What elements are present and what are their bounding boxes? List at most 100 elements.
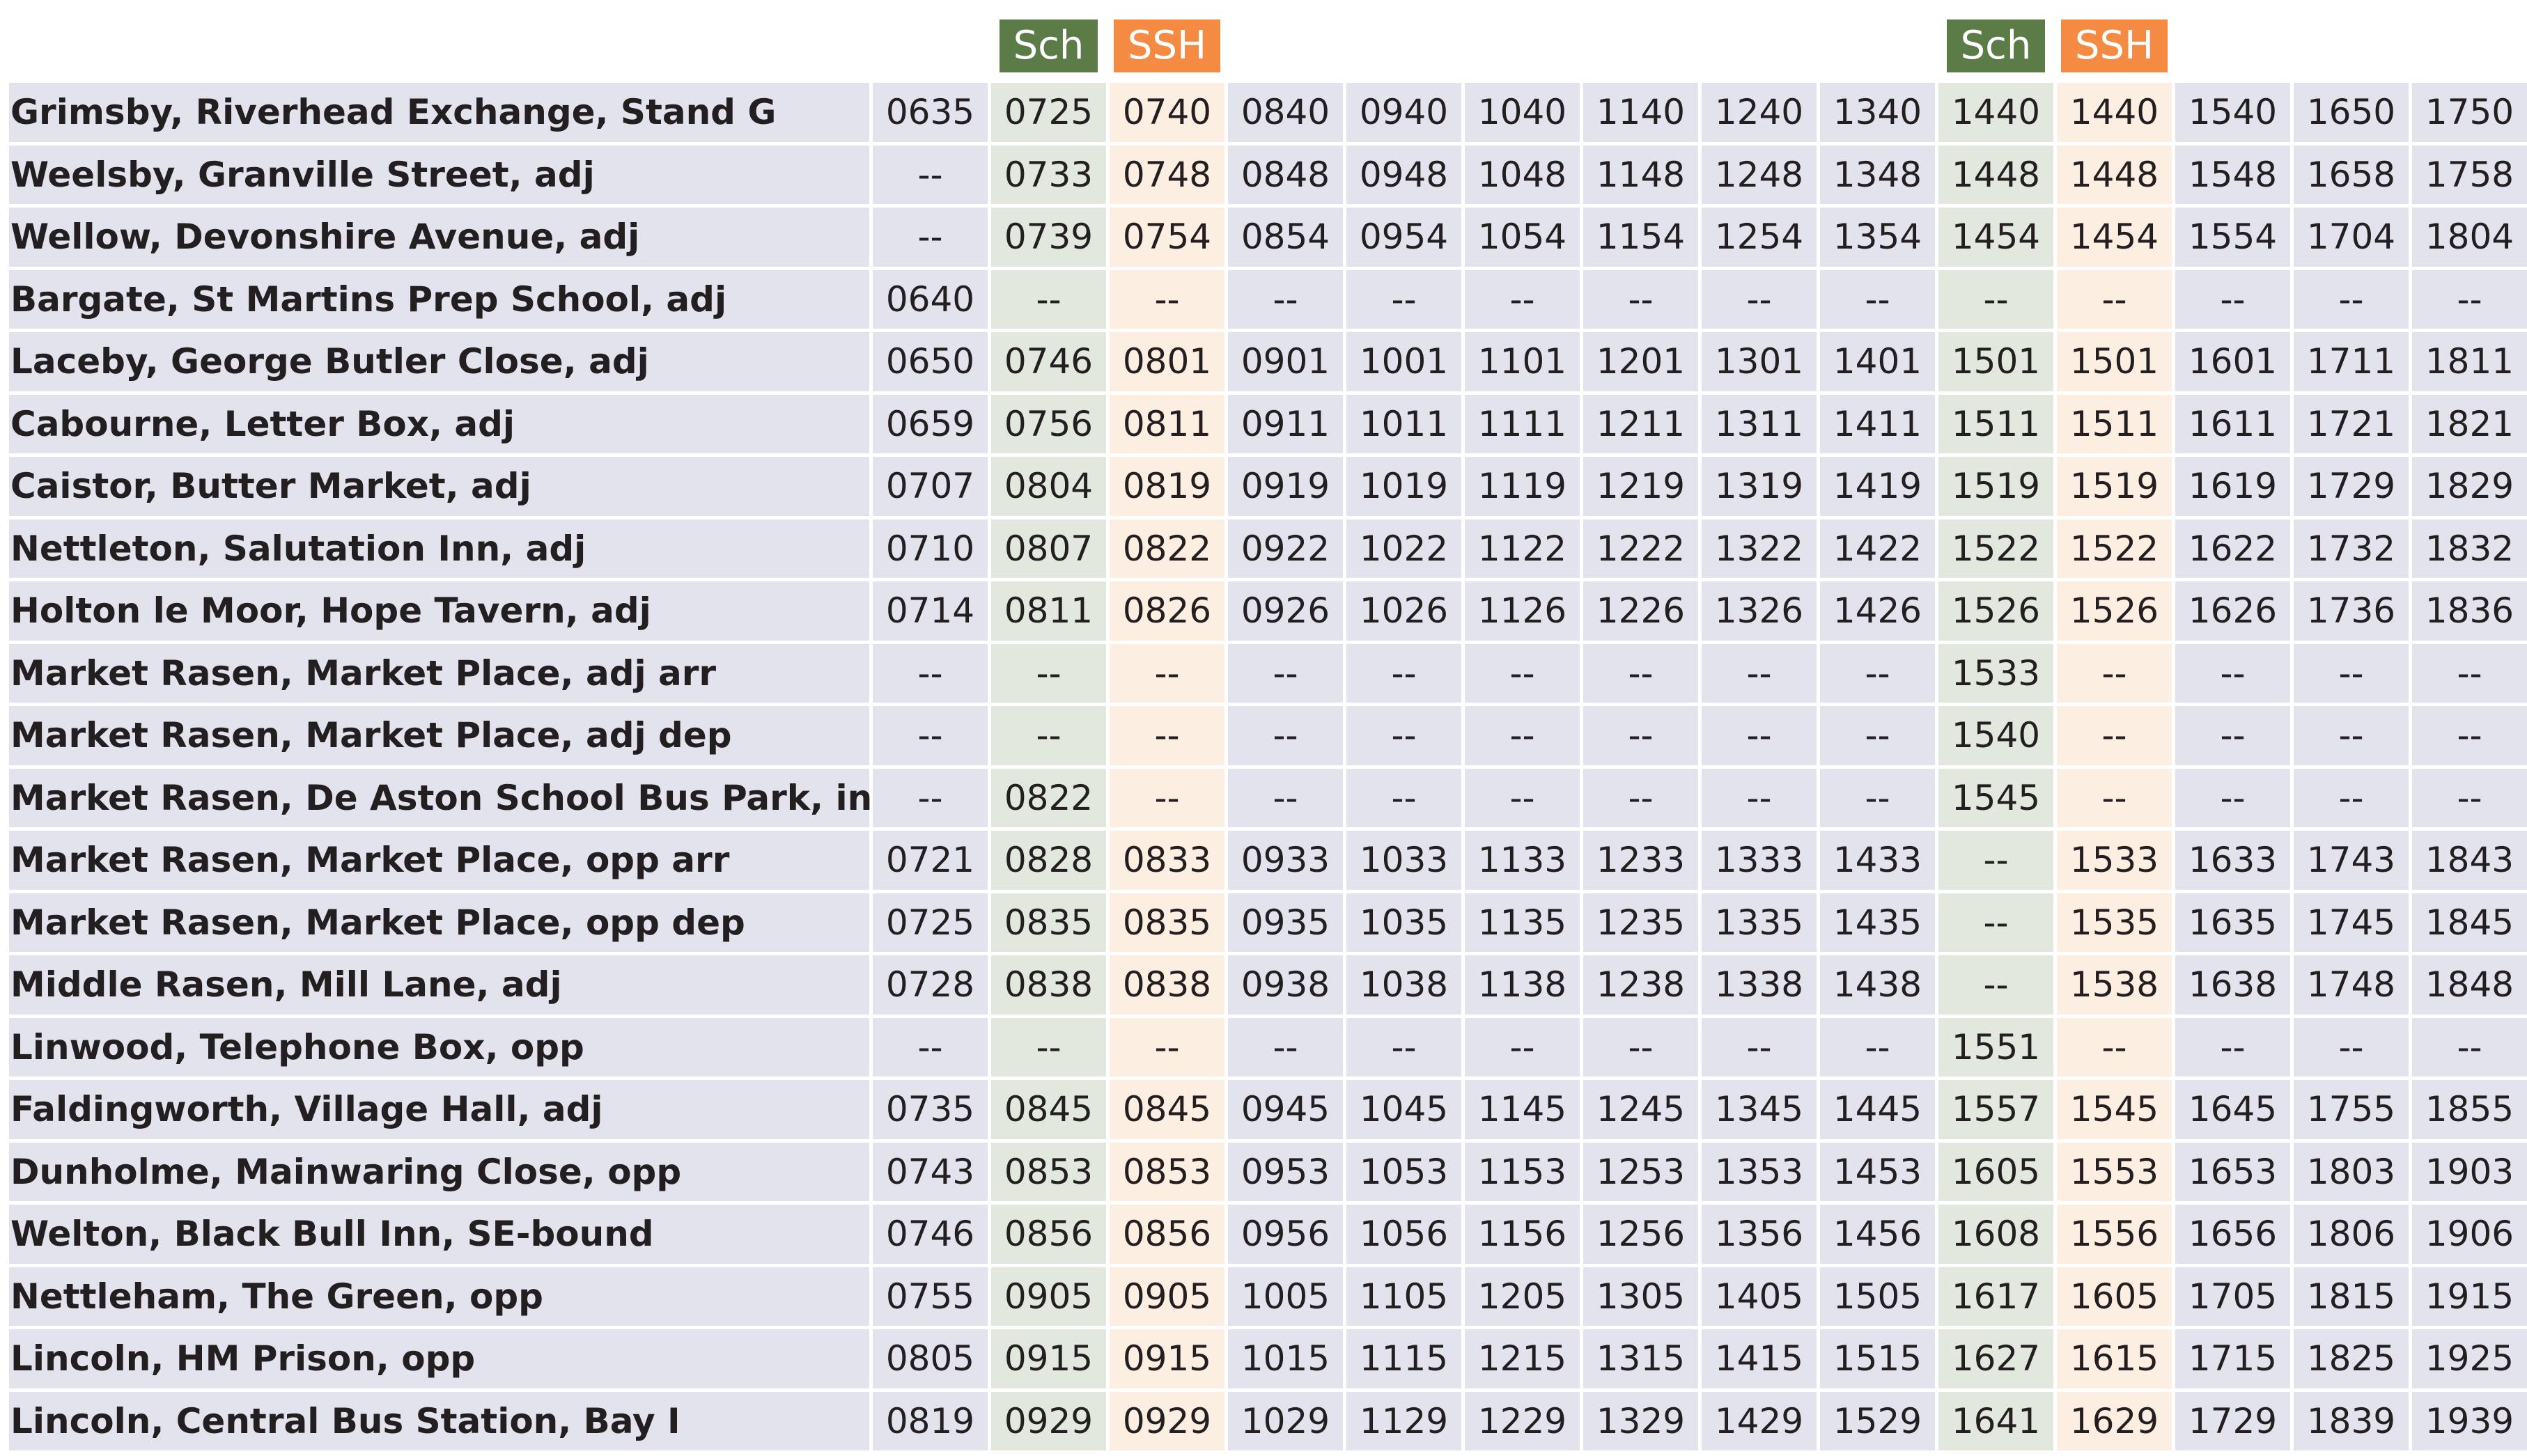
departure-time: 1040 (1461, 79, 1583, 146)
table-row: Nettleham, The Green, opp 0755 0905 0905 100… (6, 1263, 2527, 1329)
departure-time: 1053 (1343, 1138, 1465, 1205)
departure-time: -- (2172, 703, 2294, 769)
departure-time: 1551 (1935, 1014, 2057, 1080)
departure-time: 0754 (1106, 204, 1228, 270)
column-header (1581, 0, 1700, 81)
departure-time: 0954 (1343, 204, 1465, 270)
departure-time: 1522 (1935, 515, 2057, 581)
departure-time: -- (1698, 1014, 1820, 1080)
departure-time: 1248 (1698, 141, 1820, 208)
departure-time: 1133 (1461, 827, 1583, 893)
departure-time: 1005 (1224, 1263, 1346, 1329)
departure-time: 0838 (988, 952, 1110, 1018)
departure-time: 1119 (1461, 453, 1583, 519)
departure-time: 0739 (988, 204, 1110, 270)
table-row: Welton, Black Bull Inn, SE-bound 0746 0856… (6, 1201, 2527, 1267)
departure-time: 1815 (2290, 1263, 2412, 1329)
departure-time: 1605 (2053, 1263, 2175, 1329)
departure-time: 1038 (1343, 952, 1465, 1018)
departure-time: -- (1698, 266, 1820, 332)
departure-time: -- (1224, 703, 1346, 769)
departure-time: 1245 (1580, 1077, 1702, 1143)
departure-time: 1254 (1698, 204, 1820, 270)
departure-time: 1353 (1698, 1138, 1820, 1205)
stop-name: Holton le Moor, Hope Tavern, adj (6, 578, 873, 644)
departure-time: 1348 (1817, 141, 1938, 208)
timetable: Sch SSH Sch SSH Grimsby, Riverhead Exchange… (6, 0, 2527, 1454)
departure-time: -- (2172, 1014, 2294, 1080)
departure-time: 1235 (1580, 889, 1702, 955)
departure-time: 1454 (2053, 204, 2175, 270)
stop-name: Grimsby, Riverhead Exchange, Stand G (6, 79, 873, 146)
departure-time: 0807 (988, 515, 1110, 581)
departure-time: 1925 (2409, 1326, 2527, 1392)
column-header: SSH (1107, 0, 1227, 81)
departure-time: 0805 (869, 1326, 991, 1392)
departure-time: 1138 (1461, 952, 1583, 1018)
departure-time: -- (2053, 703, 2175, 769)
table-row: Holton le Moor, Hope Tavern, adj 0714 0811… (6, 578, 2527, 644)
departure-time: 1345 (1698, 1077, 1820, 1143)
departure-time: 1140 (1580, 79, 1702, 146)
sch-badge: Sch (1946, 19, 2046, 72)
table-row: Market Rasen, Market Place, opp arr 0721 0… (6, 827, 2527, 893)
table-row: Dunholme, Mainwaring Close, opp 0743 0853 0… (6, 1138, 2527, 1205)
departure-time: -- (1224, 640, 1346, 706)
departure-time: 1811 (2409, 329, 2527, 395)
departure-time: 1545 (1935, 765, 2057, 831)
departure-time: 0845 (988, 1077, 1110, 1143)
departure-time: 1519 (2053, 453, 2175, 519)
departure-time: 1526 (1935, 578, 2057, 644)
departure-time: 0926 (1224, 578, 1346, 644)
departure-time: 1456 (1817, 1201, 1938, 1267)
stop-name: Lincoln, Central Bus Station, Bay I (6, 1388, 873, 1454)
stop-name: Weelsby, Granville Street, adj (6, 141, 873, 208)
departure-time: 1322 (1698, 515, 1820, 581)
departure-time: 1806 (2290, 1201, 2412, 1267)
departure-time: 1553 (2053, 1138, 2175, 1205)
departure-time: 1622 (2172, 515, 2294, 581)
departure-time: 1448 (1935, 141, 2057, 208)
departure-time: 1111 (1461, 391, 1583, 457)
departure-time: 0848 (1224, 141, 1346, 208)
departure-time: 1148 (1580, 141, 1702, 208)
departure-time: 1533 (2053, 827, 2175, 893)
departure-time: -- (1817, 266, 1938, 332)
table-row: Market Rasen, Market Place, opp dep 0725 0… (6, 889, 2527, 955)
departure-time: 1045 (1343, 1077, 1465, 1143)
departure-time: -- (1343, 266, 1465, 332)
departure-time: 0640 (869, 266, 991, 332)
column-header: SSH (2055, 0, 2174, 81)
departure-time: 1429 (1698, 1388, 1820, 1454)
departure-time: 0905 (988, 1263, 1110, 1329)
departure-time: 1903 (2409, 1138, 2527, 1205)
table-row: Laceby, George Butler Close, adj 0650 0746… (6, 329, 2527, 395)
departure-time: 1101 (1461, 329, 1583, 395)
departure-time: 1019 (1343, 453, 1465, 519)
departure-time: 0919 (1224, 453, 1346, 519)
departure-time: -- (1343, 640, 1465, 706)
departure-time: 1048 (1461, 141, 1583, 208)
departure-time: -- (1461, 703, 1583, 769)
departure-time: 1411 (1817, 391, 1938, 457)
departure-time: 0854 (1224, 204, 1346, 270)
departure-time: 1105 (1343, 1263, 1465, 1329)
departure-time: 0938 (1224, 952, 1346, 1018)
departure-time: 0740 (1106, 79, 1228, 146)
table-row: Caistor, Butter Market, adj 0707 0804 0819 0… (6, 453, 2527, 519)
departure-time: 1545 (2053, 1077, 2175, 1143)
departure-time: 1529 (1817, 1388, 1938, 1454)
departure-time: 1535 (2053, 889, 2175, 955)
departure-time: 1804 (2409, 204, 2527, 270)
departure-time: 1205 (1461, 1263, 1583, 1329)
departure-time: 1635 (2172, 889, 2294, 955)
column-header (2410, 0, 2527, 81)
departure-time: 0935 (1224, 889, 1346, 955)
departure-time: -- (1817, 765, 1938, 831)
stop-name: Market Rasen, Market Place, adj dep (6, 703, 873, 769)
departure-time: -- (1580, 266, 1702, 332)
stop-name: Market Rasen, De Aston School Bus Park, … (6, 765, 873, 831)
departure-time: 1832 (2409, 515, 2527, 581)
column-header (1700, 0, 1819, 81)
departure-time: -- (1817, 703, 1938, 769)
